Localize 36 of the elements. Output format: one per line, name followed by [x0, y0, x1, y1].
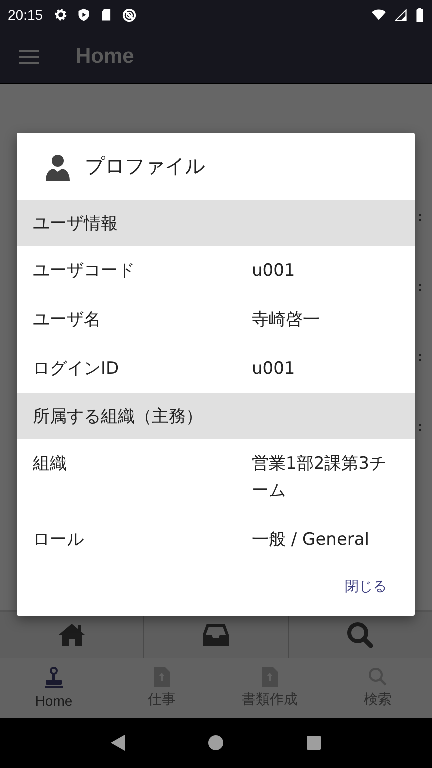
field-label: ログインID: [33, 358, 120, 381]
file-upload-icon: [154, 667, 170, 687]
dialog-title: プロファイル: [85, 153, 205, 180]
status-time: 20:15: [8, 7, 44, 23]
wifi-icon: [372, 8, 386, 22]
close-button[interactable]: 閉じる: [343, 574, 389, 600]
field-value: u001: [252, 260, 296, 283]
stamp-icon: [44, 667, 64, 689]
field-value: 寺崎啓一: [252, 309, 321, 332]
search-icon[interactable]: [346, 621, 374, 649]
menu-icon[interactable]: [19, 50, 39, 64]
recents-icon[interactable]: [306, 736, 321, 750]
field-value: 一般 / General: [252, 529, 371, 552]
search-icon: [368, 667, 388, 687]
field-label: ロール: [33, 529, 85, 552]
battery-icon: [416, 8, 424, 22]
signal-icon: [395, 8, 407, 22]
person-icon: [45, 152, 71, 180]
section-header: 所属する組織（主務）: [17, 393, 415, 439]
nav-tab[interactable]: Home: [0, 658, 108, 718]
home-button-icon[interactable]: [208, 735, 224, 751]
no-sync-icon: [122, 8, 138, 22]
field-value: 営業1部2課第3チーム: [252, 453, 388, 503]
file-upload-icon: [262, 667, 278, 687]
inbox-icon[interactable]: [202, 623, 230, 647]
field-label: ユーザ名: [33, 309, 102, 332]
section-header: ユーザ情報: [17, 200, 415, 246]
field-label: 組織: [33, 453, 68, 476]
sd-card-icon: [100, 8, 114, 22]
back-icon[interactable]: [111, 735, 126, 751]
home-icon[interactable]: [58, 623, 86, 647]
app-title: Home: [76, 44, 134, 68]
field-value: u001: [252, 358, 296, 381]
gear-icon: [54, 8, 68, 22]
shield-icon: [77, 8, 92, 22]
field-label: ユーザコード: [33, 260, 136, 283]
